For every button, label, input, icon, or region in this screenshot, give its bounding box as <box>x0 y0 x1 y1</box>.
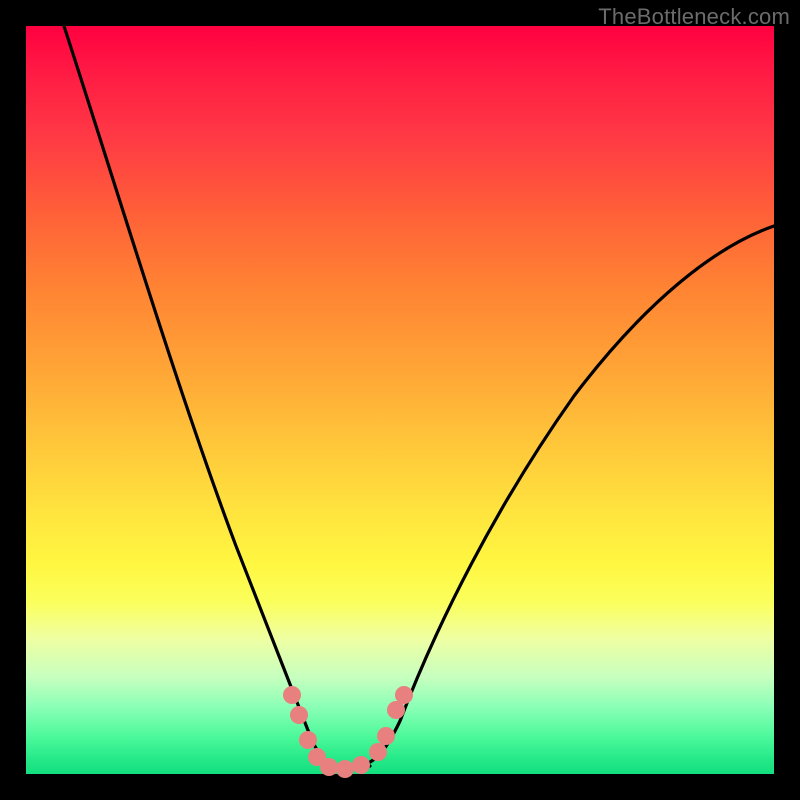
marker-dot <box>299 731 317 749</box>
marker-dot <box>283 686 301 704</box>
curve-left <box>64 26 338 766</box>
marker-dot <box>395 686 413 704</box>
curve-right <box>360 226 774 766</box>
marker-dot <box>377 727 395 745</box>
chart-frame: TheBottleneck.com <box>0 0 800 800</box>
marker-dot <box>369 743 387 761</box>
marker-dot <box>352 756 370 774</box>
chart-svg <box>26 26 774 774</box>
bottleneck-curve <box>64 26 774 768</box>
marker-dot <box>336 760 354 778</box>
watermark-text: TheBottleneck.com <box>598 4 790 30</box>
marker-dot <box>320 758 338 776</box>
marker-group <box>283 686 413 778</box>
marker-dot <box>290 706 308 724</box>
